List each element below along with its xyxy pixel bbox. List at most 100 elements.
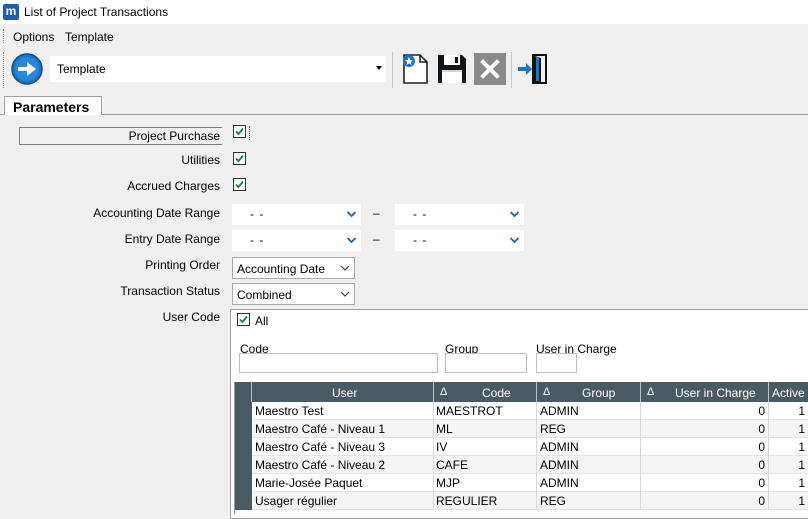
chevron-down-icon [344, 206, 359, 222]
delete-button[interactable] [473, 52, 507, 86]
accrued-charges-label: Accrued Charges [127, 179, 220, 193]
column-header-user[interactable]: User [252, 382, 434, 402]
chevron-down-icon [507, 206, 522, 222]
accounting-date-range-label: Accounting Date Range [93, 206, 220, 220]
table-row[interactable]: Maestro Café - Niveau 2 CAFE ADMIN 0 1 [235, 456, 808, 474]
entry-date-to[interactable]: - - [395, 230, 524, 251]
entry-date-range-label: Entry Date Range [124, 232, 220, 246]
row-selector[interactable] [235, 456, 252, 474]
printing-order-select[interactable]: Accounting Date [232, 257, 355, 279]
entry-date-from-value: - - [250, 233, 265, 247]
menu-grip-icon [3, 29, 5, 43]
template-select-value: Template [57, 62, 106, 76]
all-users-checkbox[interactable] [237, 313, 250, 326]
user-group-cell: REG [540, 422, 567, 436]
user-code-label: User Code [162, 310, 220, 324]
printing-order-value: Accounting Date [237, 262, 326, 276]
group-filter-input[interactable] [445, 353, 527, 373]
new-template-button[interactable] [398, 52, 432, 86]
column-header-code-label: Code [482, 386, 511, 400]
accounting-date-from-value: - - [250, 207, 265, 221]
table-row[interactable]: Usager régulier REGULIER REG 0 1 [235, 492, 808, 510]
menu-options[interactable]: Options [13, 30, 54, 44]
user-code-cell: ML [436, 422, 453, 436]
user-code-cell: MAESTROT [436, 404, 503, 418]
user-name-cell: Usager régulier [255, 494, 338, 508]
user-code-cell: IV [436, 440, 448, 454]
column-header-user-in-charge[interactable]: Δ User in Charge [641, 382, 769, 402]
chevron-down-icon [340, 265, 350, 271]
row-selector[interactable] [235, 402, 252, 420]
user-name-cell: Maestro Café - Niveau 3 [255, 440, 386, 454]
user-group-cell: ADMIN [540, 476, 579, 490]
user-active-cell: 1 [798, 404, 805, 418]
user-group-cell: ADMIN [540, 404, 579, 418]
exit-button[interactable] [516, 52, 550, 86]
users-grid: User Δ Code Δ Group Δ User in Charge Act… [234, 382, 808, 514]
run-button[interactable] [10, 52, 44, 86]
chevron-down-icon [340, 291, 350, 297]
row-selector[interactable] [235, 492, 252, 510]
dropdown-arrow-icon [376, 66, 382, 70]
user-name-cell: Maestro Café - Niveau 2 [255, 458, 386, 472]
all-users-label: All [255, 314, 269, 328]
table-row[interactable]: Maestro Café - Niveau 3 IV ADMIN 0 1 [235, 438, 808, 456]
accounting-date-to[interactable]: - - [395, 204, 524, 225]
transaction-status-select[interactable]: Combined [232, 283, 355, 305]
tab-parameters[interactable]: Parameters [4, 96, 102, 115]
user-in-charge-cell: 0 [758, 476, 765, 490]
exit-door-icon [518, 54, 547, 84]
checkmark-icon [235, 180, 244, 189]
column-header-code[interactable]: Δ Code [434, 382, 537, 402]
app-logo-icon: m [3, 4, 19, 20]
accrued-charges-checkbox[interactable] [233, 178, 246, 191]
table-row[interactable]: Marie-Josée Paquet MJP ADMIN 0 1 [235, 474, 808, 492]
code-filter-input[interactable] [239, 353, 438, 373]
accounting-range-dash: – [373, 206, 380, 220]
user-name-cell: Maestro Café - Niveau 1 [255, 422, 386, 436]
utilities-checkbox[interactable] [233, 152, 246, 165]
title-bar: m List of Project Transactions [0, 0, 808, 24]
user-in-charge-cell: 0 [758, 494, 765, 508]
user-in-charge-cell: 0 [758, 422, 765, 436]
toolbar-separator [511, 52, 512, 88]
sort-delta-icon: Δ [440, 386, 448, 398]
user-active-cell: 1 [798, 422, 805, 436]
accounting-date-from[interactable]: - - [232, 204, 361, 225]
checkmark-icon [239, 315, 248, 324]
column-header-group[interactable]: Δ Group [537, 382, 641, 402]
column-header-group-label: Group [582, 386, 616, 400]
template-select[interactable]: Template [50, 56, 386, 82]
entry-range-dash: – [373, 232, 380, 246]
entry-date-to-value: - - [413, 233, 428, 247]
utilities-label: Utilities [181, 153, 220, 167]
entry-date-from[interactable]: - - [232, 230, 361, 251]
save-button[interactable] [435, 52, 469, 86]
table-row[interactable]: Maestro Café - Niveau 1 ML REG 0 1 [235, 420, 808, 438]
sort-delta-icon: Δ [543, 386, 551, 398]
project-purchase-label: Project Purchase [128, 129, 220, 143]
row-selector[interactable] [235, 420, 252, 438]
menu-bar: Options Template [0, 26, 808, 46]
user-active-cell: 1 [798, 476, 805, 490]
row-selector[interactable] [235, 474, 252, 492]
user-code-cell: MJP [436, 476, 460, 490]
printing-order-label: Printing Order [145, 258, 220, 272]
row-selector[interactable] [235, 438, 252, 456]
user-in-charge-cell: 0 [758, 404, 765, 418]
grid-corner [235, 382, 252, 402]
user-in-charge-filter-input[interactable] [536, 353, 577, 373]
user-group-cell: REG [540, 494, 567, 508]
sort-delta-icon: Δ [647, 386, 655, 398]
user-name-cell: Marie-Josée Paquet [255, 476, 363, 490]
user-code-cell: REGULIER [436, 494, 498, 508]
user-group-cell: ADMIN [540, 440, 579, 454]
window-title: List of Project Transactions [24, 5, 169, 19]
user-in-charge-cell: 0 [758, 458, 765, 472]
table-row[interactable]: Maestro Test MAESTROT ADMIN 0 1 [235, 402, 808, 420]
column-header-user-label: User [332, 386, 358, 400]
project-purchase-checkbox[interactable] [233, 125, 246, 138]
menu-template[interactable]: Template [65, 30, 114, 44]
close-x-icon [474, 53, 506, 85]
column-header-active[interactable]: Active [769, 382, 808, 402]
